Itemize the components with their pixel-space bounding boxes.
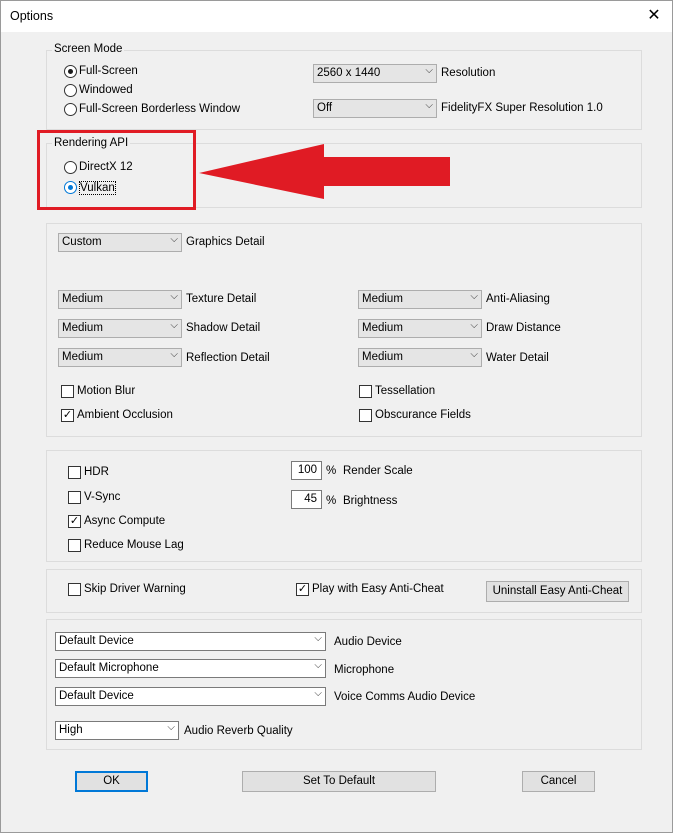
radio-borderless-label[interactable]: Full-Screen Borderless Window: [79, 103, 240, 115]
radio-borderless[interactable]: [64, 103, 77, 116]
resolution-value: 2560 x 1440: [317, 67, 381, 79]
hdr-checkbox[interactable]: [68, 466, 81, 479]
chevron-down-icon: ⌵: [167, 722, 175, 733]
draw-distance-dropdown[interactable]: Medium ⌵: [358, 319, 482, 338]
chevron-down-icon: ⌵: [425, 100, 433, 111]
ambient-occlusion-checkbox[interactable]: ✓: [61, 409, 74, 422]
motion-blur-label[interactable]: Motion Blur: [77, 385, 135, 397]
voice-comms-value: Default Device: [59, 690, 134, 702]
anti-aliasing-value: Medium: [362, 293, 403, 305]
audio-reverb-label: Audio Reverb Quality: [184, 725, 293, 737]
tessellation-checkbox[interactable]: [359, 385, 372, 398]
anti-aliasing-dropdown[interactable]: Medium ⌵: [358, 290, 482, 309]
draw-distance-label: Draw Distance: [486, 322, 561, 334]
tessellation-label[interactable]: Tessellation: [375, 385, 435, 397]
chevron-down-icon: ⌵: [470, 320, 478, 331]
highlight-box: [37, 130, 196, 210]
chevron-down-icon: ⌵: [314, 660, 322, 671]
ambient-occlusion-label[interactable]: Ambient Occlusion: [77, 409, 173, 421]
chevron-down-icon: ⌵: [314, 633, 322, 644]
texture-detail-value: Medium: [62, 293, 103, 305]
options-window: Options ✕ Screen Mode Full-Screen Window…: [0, 0, 673, 833]
radio-windowed[interactable]: [64, 84, 77, 97]
ok-button[interactable]: OK: [75, 771, 148, 792]
obscurance-fields-label[interactable]: Obscurance Fields: [375, 409, 471, 421]
chevron-down-icon: ⌵: [170, 291, 178, 302]
async-compute-checkbox[interactable]: ✓: [68, 515, 81, 528]
radio-windowed-label[interactable]: Windowed: [79, 84, 133, 96]
chevron-down-icon: ⌵: [170, 349, 178, 360]
radio-full-screen[interactable]: [64, 65, 77, 78]
easy-anticheat-label[interactable]: Play with Easy Anti-Cheat: [312, 583, 444, 595]
brightness-input[interactable]: 45: [291, 490, 322, 509]
texture-detail-label: Texture Detail: [186, 293, 257, 305]
fsr-value: Off: [317, 102, 333, 114]
voice-comms-dropdown[interactable]: Default Device ⌵: [55, 687, 326, 706]
shadow-detail-dropdown[interactable]: Medium ⌵: [58, 319, 182, 338]
close-icon[interactable]: ✕: [644, 6, 664, 26]
texture-detail-dropdown[interactable]: Medium ⌵: [58, 290, 182, 309]
screen-mode-group: [46, 50, 642, 130]
set-to-default-button[interactable]: Set To Default: [242, 771, 436, 792]
reflection-detail-dropdown[interactable]: Medium ⌵: [58, 348, 182, 367]
cancel-button[interactable]: Cancel: [522, 771, 595, 792]
chevron-down-icon: ⌵: [170, 320, 178, 331]
resolution-label: Resolution: [441, 67, 496, 79]
microphone-dropdown[interactable]: Default Microphone ⌵: [55, 659, 326, 678]
render-scale-label: Render Scale: [343, 465, 413, 477]
chevron-down-icon: ⌵: [170, 234, 178, 245]
render-scale-unit: %: [326, 465, 337, 477]
obscurance-fields-checkbox[interactable]: [359, 409, 372, 422]
skip-driver-warning-checkbox[interactable]: [68, 583, 81, 596]
brightness-label: Brightness: [343, 495, 398, 507]
shadow-detail-label: Shadow Detail: [186, 322, 261, 334]
chevron-down-icon: ⌵: [425, 65, 433, 76]
anti-aliasing-label: Anti-Aliasing: [486, 293, 550, 305]
vsync-checkbox[interactable]: [68, 491, 81, 504]
chevron-down-icon: ⌵: [314, 688, 322, 699]
red-arrow-annotation: [199, 144, 450, 199]
fsr-dropdown[interactable]: Off ⌵: [313, 99, 437, 118]
draw-distance-value: Medium: [362, 322, 403, 334]
resolution-dropdown[interactable]: 2560 x 1440 ⌵: [313, 64, 437, 83]
hdr-label[interactable]: HDR: [84, 466, 109, 478]
motion-blur-checkbox[interactable]: [61, 385, 74, 398]
audio-device-value: Default Device: [59, 635, 134, 647]
chevron-down-icon: ⌵: [470, 349, 478, 360]
render-scale-input[interactable]: 100: [291, 461, 322, 480]
radio-full-screen-label[interactable]: Full-Screen: [79, 65, 138, 77]
microphone-value: Default Microphone: [59, 662, 159, 674]
screen-mode-label: Screen Mode: [52, 43, 125, 55]
water-detail-label: Water Detail: [486, 352, 549, 364]
audio-device-label: Audio Device: [334, 636, 402, 648]
skip-driver-warning-label[interactable]: Skip Driver Warning: [84, 583, 186, 595]
reflection-detail-label: Reflection Detail: [186, 352, 270, 364]
graphics-detail-label: Graphics Detail: [186, 236, 265, 248]
water-detail-value: Medium: [362, 351, 403, 363]
reduce-mouse-lag-checkbox[interactable]: [68, 539, 81, 552]
shadow-detail-value: Medium: [62, 322, 103, 334]
async-compute-label[interactable]: Async Compute: [84, 515, 165, 527]
easy-anticheat-checkbox[interactable]: ✓: [296, 583, 309, 596]
chevron-down-icon: ⌵: [470, 291, 478, 302]
audio-reverb-dropdown[interactable]: High ⌵: [55, 721, 179, 740]
voice-comms-label: Voice Comms Audio Device: [334, 691, 476, 703]
graphics-detail-value: Custom: [62, 236, 102, 248]
title-bar: Options ✕: [1, 1, 672, 32]
water-detail-dropdown[interactable]: Medium ⌵: [358, 348, 482, 367]
window-title: Options: [10, 9, 54, 23]
vsync-label[interactable]: V-Sync: [84, 491, 120, 503]
fsr-label: FidelityFX Super Resolution 1.0: [441, 102, 603, 114]
reflection-detail-value: Medium: [62, 351, 103, 363]
brightness-unit: %: [326, 495, 337, 507]
audio-reverb-value: High: [59, 724, 83, 736]
uninstall-easy-anticheat-button[interactable]: Uninstall Easy Anti-Cheat: [486, 581, 629, 602]
graphics-detail-dropdown[interactable]: Custom ⌵: [58, 233, 182, 252]
audio-device-dropdown[interactable]: Default Device ⌵: [55, 632, 326, 651]
reduce-mouse-lag-label[interactable]: Reduce Mouse Lag: [84, 539, 184, 551]
microphone-label: Microphone: [334, 664, 395, 676]
